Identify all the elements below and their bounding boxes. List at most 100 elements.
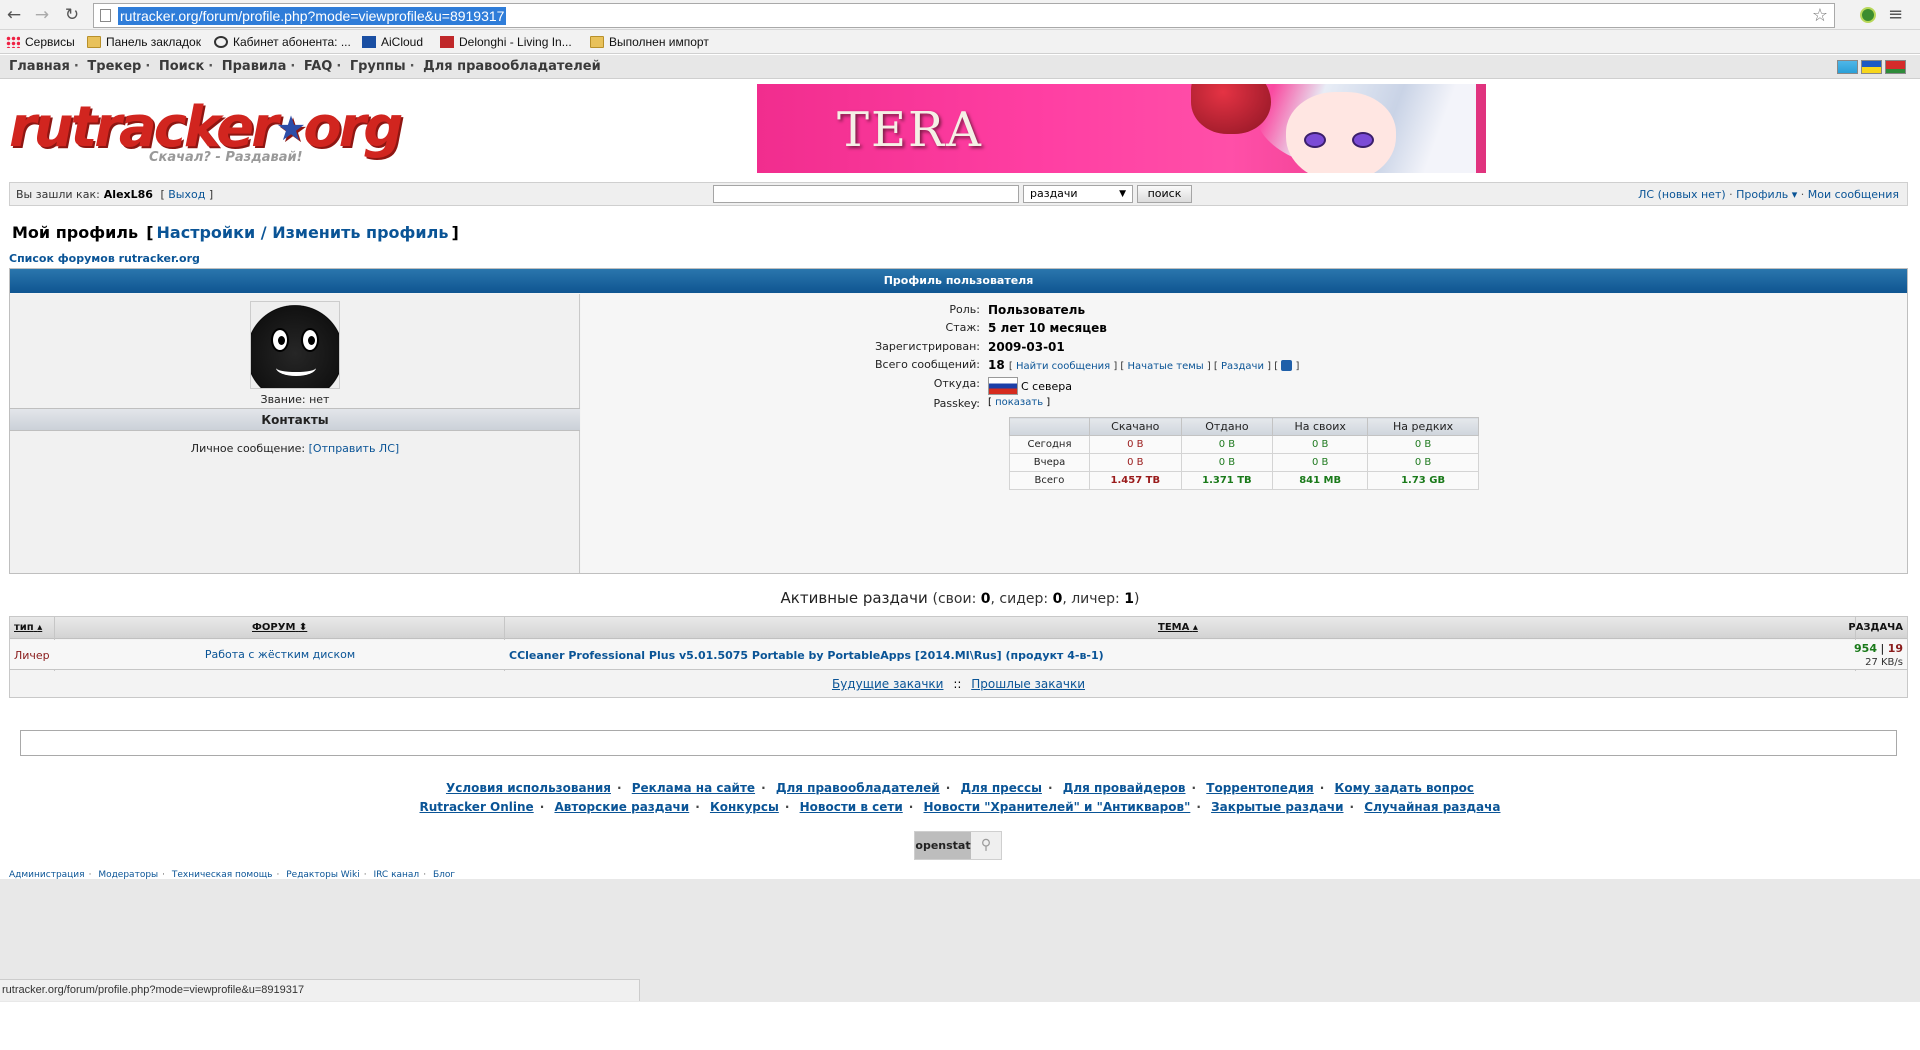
search-type-select[interactable]: раздачи ▼ (1023, 185, 1133, 203)
ad-banner[interactable]: TERA (757, 84, 1486, 173)
search-button[interactable]: поиск (1137, 185, 1192, 203)
torrents-footer: Будущие закачки :: Прошлые закачки (831, 677, 1086, 691)
extension-icon[interactable] (1860, 7, 1876, 23)
footer-contests[interactable]: Конкурсы (710, 800, 779, 814)
footer-moderators[interactable]: Модераторы (98, 870, 158, 880)
pm-link[interactable]: ЛС (новых нет) (1638, 188, 1726, 201)
sort-arrow-icon: ▴ (37, 622, 43, 633)
address-bar[interactable]: rutracker.org/forum/profile.php?mode=vie… (93, 3, 1835, 28)
col-topic[interactable]: ТЕМА ▴ (1158, 622, 1198, 633)
send-pm-link[interactable]: [Отправить ЛС] (309, 442, 400, 455)
contacts-header: Контакты (10, 408, 580, 431)
bookmark-services[interactable]: Сервисы (6, 34, 75, 50)
browser-toolbar: ← → ↻ rutracker.org/forum/profile.php?mo… (0, 0, 1920, 30)
folder-icon (590, 36, 604, 48)
footer-blog[interactable]: Блог (433, 870, 455, 880)
people-icon: ⚲ (971, 832, 1001, 859)
bookmark-imported[interactable]: Выполнен импорт (590, 34, 709, 50)
footer-closed-releases[interactable]: Закрытые раздачи (1211, 800, 1343, 814)
nav-faq[interactable]: FAQ (304, 59, 333, 74)
footer-random-release[interactable]: Случайная раздача (1364, 800, 1500, 814)
active-torrents-table: тип ▴ ФОРУМ ⬍ ТЕМА ▴ РАЗДАЧА Личер Работ… (9, 616, 1908, 698)
nav-tracker[interactable]: Трекер (87, 59, 141, 74)
avatar (250, 301, 340, 389)
flag-ru-icon (988, 377, 1018, 395)
footer-ads[interactable]: Реклама на сайте (632, 781, 755, 795)
stats-col-downloaded: Скачано (1089, 417, 1182, 436)
footer-wiki-editors[interactable]: Редакторы Wiki (286, 870, 359, 880)
started-topics-link[interactable]: Начатые темы (1128, 361, 1204, 372)
footer-support[interactable]: Техническая помощь (172, 870, 273, 880)
browser-menu-icon[interactable]: ≡ (1888, 4, 1903, 25)
my-messages-link[interactable]: Мои сообщения (1808, 188, 1899, 201)
settings-link[interactable]: Настройки / Изменить профиль (157, 223, 449, 242)
profile-dropdown-icon[interactable]: ▾ (1788, 188, 1798, 201)
footer-links-row3: Администрация · Модераторы · Техническая п… (9, 870, 456, 880)
nav-groups[interactable]: Группы (350, 59, 406, 74)
flag-kz-icon[interactable] (1837, 60, 1858, 74)
col-forum[interactable]: ФОРУМ ⬍ (252, 622, 307, 633)
find-posts-link[interactable]: Найти сообщения (1016, 361, 1110, 372)
star-icon: ★ (275, 109, 307, 149)
nav-copyright[interactable]: Для правообладателей (423, 59, 601, 74)
bookmark-star-icon[interactable]: ☆ (1812, 5, 1828, 26)
footer-online[interactable]: Rutracker Online (420, 800, 534, 814)
apps-icon (6, 36, 20, 48)
stats-row-total: Всего 1.457 TB 1.371 TB 841 MB 1.73 GB (1009, 471, 1479, 490)
bookmark-delonghi[interactable]: Delonghi - Living In... (440, 34, 572, 50)
footer-irc[interactable]: IRC канал (373, 870, 419, 880)
profile-left-column: Звание: нет Контакты Личное сообщение: [… (10, 294, 580, 573)
address-url[interactable]: rutracker.org/forum/profile.php?mode=vie… (118, 7, 507, 25)
back-arrow-icon[interactable]: ← (4, 5, 24, 25)
stats-col-rare: На редких (1367, 417, 1479, 436)
footer-terms[interactable]: Условия использования (446, 781, 611, 795)
rss-icon[interactable] (1281, 360, 1293, 371)
site-top-nav: Главная · Трекер · Поиск · Правила · FAQ · Гр… (0, 55, 1920, 79)
stats-col-own: На своих (1272, 417, 1369, 436)
col-seeding: РАЗДАЧА (1848, 622, 1903, 633)
forward-arrow-icon[interactable]: → (32, 5, 52, 25)
past-downloads-link[interactable]: Прошлые закачки (971, 677, 1085, 691)
torrent-topic-link[interactable]: CCleaner Professional Plus v5.01.5075 Po… (509, 649, 1104, 662)
footer-ask[interactable]: Кому задать вопрос (1335, 781, 1475, 795)
future-downloads-link[interactable]: Будущие закачки (832, 677, 944, 691)
site-logo[interactable]: rutracker★org Скачал? - Раздавай! (9, 98, 403, 170)
bookmark-panel[interactable]: Панель закладок (87, 34, 201, 50)
bookmark-cabinet[interactable]: Кабинет абонента: ... (214, 34, 351, 50)
reload-icon[interactable]: ↻ (62, 5, 82, 25)
footer-providers[interactable]: Для провайдеров (1063, 781, 1186, 795)
search-input[interactable] (713, 185, 1019, 203)
delonghi-icon (440, 36, 454, 48)
logout-link[interactable]: Выход (168, 188, 205, 201)
footer-copyright[interactable]: Для правообладателей (776, 781, 940, 795)
footer-author-releases[interactable]: Авторские раздачи (554, 800, 689, 814)
login-bar: Вы зашли как: AlexL86 [ Выход ] раздачи ▼ … (9, 182, 1908, 206)
footer-press[interactable]: Для прессы (960, 781, 1041, 795)
bookmark-aicloud[interactable]: AiCloud (362, 34, 423, 50)
nav-search[interactable]: Поиск (159, 59, 204, 74)
nav-rules[interactable]: Правила (222, 59, 287, 74)
username[interactable]: AlexL86 (104, 188, 153, 201)
page-icon (100, 9, 111, 22)
col-type[interactable]: тип ▴ (14, 622, 42, 633)
torrent-forum-link[interactable]: Работа с жёстким диском (55, 648, 505, 661)
torrent-seed-info: 954 | 19 27 KB/s (1854, 642, 1903, 668)
profile-link[interactable]: Профиль (1736, 188, 1788, 201)
show-passkey-link[interactable]: показать (995, 397, 1043, 408)
flag-by-icon[interactable] (1885, 60, 1906, 74)
footer-news-web[interactable]: Новости в сети (800, 800, 903, 814)
openstat-counter[interactable]: openstat ⚲ (914, 831, 1002, 860)
banner-character-image (1191, 84, 1476, 173)
footer-links-row2: Rutracker Online · Авторские раздачи · Кон… (419, 800, 1501, 814)
nav-home[interactable]: Главная (9, 59, 70, 74)
stats-col-uploaded: Отдано (1180, 417, 1274, 436)
browser-status-bar: rutracker.org/forum/profile.php?mode=vie… (0, 979, 640, 1001)
footer-torrentopedia[interactable]: Торрентопедия (1206, 781, 1313, 795)
footer-keepers-news[interactable]: Новости "Хранителей" и "Антикваров" (924, 800, 1191, 814)
forum-list-link[interactable]: Список форумов rutracker.org (9, 252, 200, 265)
releases-link[interactable]: Раздачи (1221, 361, 1264, 372)
footer-admin[interactable]: Администрация (9, 870, 85, 880)
profile-header: Профиль пользователя (10, 269, 1907, 293)
flag-ua-icon[interactable] (1861, 60, 1882, 74)
table-row: Личер Работа с жёстким диском CCleaner P… (10, 640, 1907, 670)
